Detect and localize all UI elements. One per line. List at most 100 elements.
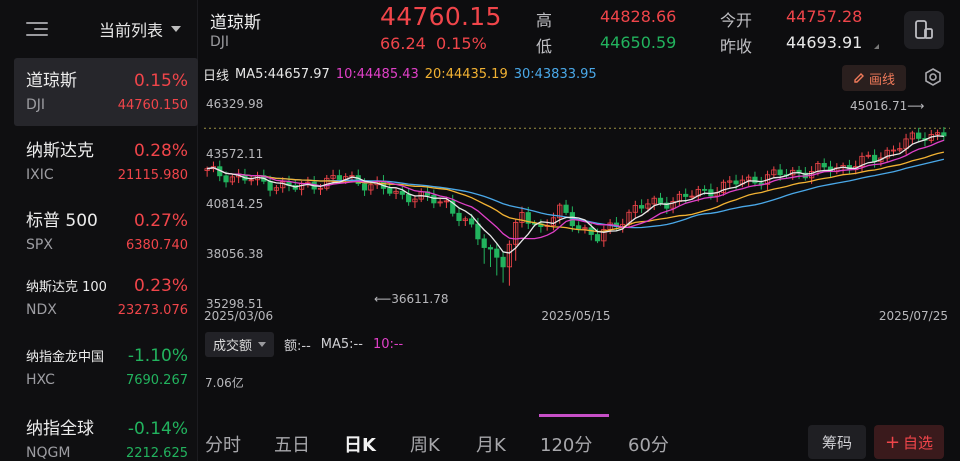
tab-60-min[interactable]: 60分 bbox=[628, 431, 669, 457]
item-name: 道琼斯 bbox=[26, 71, 77, 91]
draw-line-button[interactable]: 画线 bbox=[842, 65, 906, 91]
sidebar-item-dji[interactable]: 道琼斯 0.15% DJI 44760.150 bbox=[14, 58, 198, 126]
ma10-value: 10:44485.43 bbox=[335, 66, 419, 82]
item-name: 纳指全球 bbox=[26, 419, 94, 439]
sidebar-item-spx[interactable]: 标普 500 0.27% SPX 6380.740 bbox=[14, 198, 198, 266]
caret-down-icon bbox=[258, 341, 267, 347]
candle-body bbox=[267, 180, 273, 191]
candle-body bbox=[500, 256, 506, 268]
candle-body bbox=[777, 169, 783, 176]
menu-collapse-icon[interactable] bbox=[26, 22, 48, 36]
item-code: SPX bbox=[26, 237, 53, 253]
tab-intraday[interactable]: 分时 bbox=[205, 431, 241, 457]
item-pct: 0.15% bbox=[133, 71, 188, 91]
x-tick-label: 2025/05/15 bbox=[541, 309, 610, 323]
candle-body bbox=[487, 247, 494, 250]
volume-ma-line bbox=[539, 414, 609, 417]
index-name: 道琼斯 bbox=[210, 13, 261, 33]
kline-chart[interactable]: 46329.98 43572.11 40814.25 38056.38 35298.51… bbox=[202, 92, 960, 326]
item-pct: 0.27% bbox=[133, 211, 188, 231]
candle-body bbox=[456, 212, 462, 222]
item-code: IXIC bbox=[26, 167, 54, 183]
tab-monthly-k[interactable]: 月K bbox=[476, 431, 506, 457]
volume-indicator-select[interactable]: 成交额 bbox=[205, 331, 275, 357]
change-value: 66.24 bbox=[380, 34, 426, 53]
tab-daily-k[interactable]: 日K bbox=[344, 431, 376, 457]
watchlist-sidebar: 当前列表 道琼斯 0.15% DJI 44760.150 纳斯达克 0.28% IXI… bbox=[0, 0, 198, 461]
settings-icon bbox=[925, 68, 941, 86]
ma20-value: 20:44435.19 bbox=[424, 66, 508, 82]
candle-body bbox=[469, 218, 475, 225]
candle-body bbox=[475, 223, 481, 240]
candle-body bbox=[387, 188, 393, 194]
tab-120-min[interactable]: 120分 bbox=[540, 431, 592, 457]
candle-body bbox=[481, 238, 487, 248]
item-name: 纳斯达克 100 bbox=[26, 280, 107, 295]
kline-svg[interactable]: 46329.9843572.1140814.2538056.3835298.51… bbox=[202, 92, 960, 326]
candle-body bbox=[752, 176, 758, 184]
candle-body bbox=[657, 197, 664, 204]
expand-corner-icon bbox=[874, 44, 879, 49]
chip-distribution-button[interactable]: 筹码 bbox=[808, 425, 866, 459]
volume-ma10: 10:-- bbox=[372, 336, 404, 352]
item-pct: 0.28% bbox=[133, 141, 188, 161]
candle-body bbox=[361, 183, 368, 191]
chart-settings-button[interactable] bbox=[922, 66, 944, 88]
open-label: 今开 bbox=[720, 11, 753, 30]
low-label: 低 bbox=[536, 37, 553, 56]
list-selector[interactable]: 当前列表 bbox=[99, 17, 181, 41]
add-favorite-button[interactable]: + 自选 bbox=[874, 425, 944, 459]
chip-distribution-label: 筹码 bbox=[821, 433, 852, 452]
prev-close-value: 44693.91 bbox=[786, 33, 863, 52]
volume-indicator-label: 成交额 bbox=[213, 338, 253, 354]
candle-body bbox=[683, 193, 689, 197]
candle-body bbox=[733, 180, 739, 185]
volume-ma5: MA5:-- bbox=[320, 336, 363, 352]
index-code: DJI bbox=[210, 34, 230, 50]
volume-header: 成交额 额:-- MA5:-- 10:-- bbox=[205, 331, 403, 357]
candle-body bbox=[494, 248, 500, 258]
x-tick-label: 2025/03/06 bbox=[204, 309, 273, 323]
sidebar-header: 当前列表 bbox=[0, 0, 197, 58]
volume-axis-label: 7.06亿 bbox=[205, 376, 244, 390]
quote-header: 道琼斯 DJI 44760.15 66.24 0.15% 高 44828.66 … bbox=[198, 0, 960, 60]
draw-line-label: 画线 bbox=[868, 72, 895, 88]
candle-body bbox=[576, 225, 582, 230]
x-tick-label: 2025/07/25 bbox=[879, 309, 948, 323]
ma-legend: 日线 MA5:44657.97 10:44485.43 20:44435.19 … bbox=[203, 62, 597, 86]
high-annotation: 45016.71⟶ bbox=[850, 99, 924, 113]
candle-body bbox=[223, 175, 229, 183]
sidebar-item-ndx[interactable]: 纳斯达克 100 0.23% NDX 23273.076 bbox=[14, 268, 198, 336]
y-tick-label: 43572.11 bbox=[206, 147, 263, 161]
last-price: 44760.15 bbox=[380, 2, 502, 31]
list-selector-label: 当前列表 bbox=[98, 21, 163, 40]
y-tick-label: 40814.25 bbox=[206, 197, 263, 211]
candle-body bbox=[336, 175, 342, 180]
item-price: 21115.980 bbox=[117, 168, 188, 183]
change-pct: 0.15% bbox=[435, 34, 487, 53]
sidebar-item-ixic[interactable]: 纳斯达克 0.28% IXIC 21115.980 bbox=[14, 128, 198, 196]
caret-down-icon bbox=[171, 26, 181, 32]
price-change: 66.24 0.15% bbox=[380, 34, 487, 53]
item-code: DJI bbox=[26, 97, 46, 113]
tab-weekly-k[interactable]: 周K bbox=[410, 431, 440, 457]
candle-body bbox=[639, 205, 645, 209]
sidebar-item-nqgm[interactable]: 纳指全球 -0.14% NQGM 2212.625 bbox=[14, 406, 198, 461]
item-price: 7690.267 bbox=[125, 373, 188, 388]
item-name: 纳指金龙中国 bbox=[26, 350, 105, 365]
low-annotation: ⟵36611.78 bbox=[374, 292, 448, 306]
candle-body bbox=[594, 234, 601, 242]
ma5-line bbox=[206, 135, 944, 254]
item-code: HXC bbox=[26, 372, 55, 388]
device-switch-button[interactable] bbox=[904, 11, 944, 49]
tab-five-day[interactable]: 五日 bbox=[274, 431, 310, 457]
high-label: 高 bbox=[536, 11, 553, 30]
add-favorite-label: 自选 bbox=[903, 433, 934, 452]
item-name: 标普 500 bbox=[26, 211, 98, 231]
sidebar-item-hxc[interactable]: 纳指金龙中国 -1.10% HXC 7690.267 bbox=[14, 338, 198, 406]
low-value: 44650.59 bbox=[600, 33, 677, 52]
item-name: 纳斯达克 bbox=[26, 141, 94, 161]
item-pct: 0.23% bbox=[133, 276, 188, 296]
item-price: 2212.625 bbox=[125, 446, 188, 461]
period-label: 日线 bbox=[203, 68, 230, 84]
